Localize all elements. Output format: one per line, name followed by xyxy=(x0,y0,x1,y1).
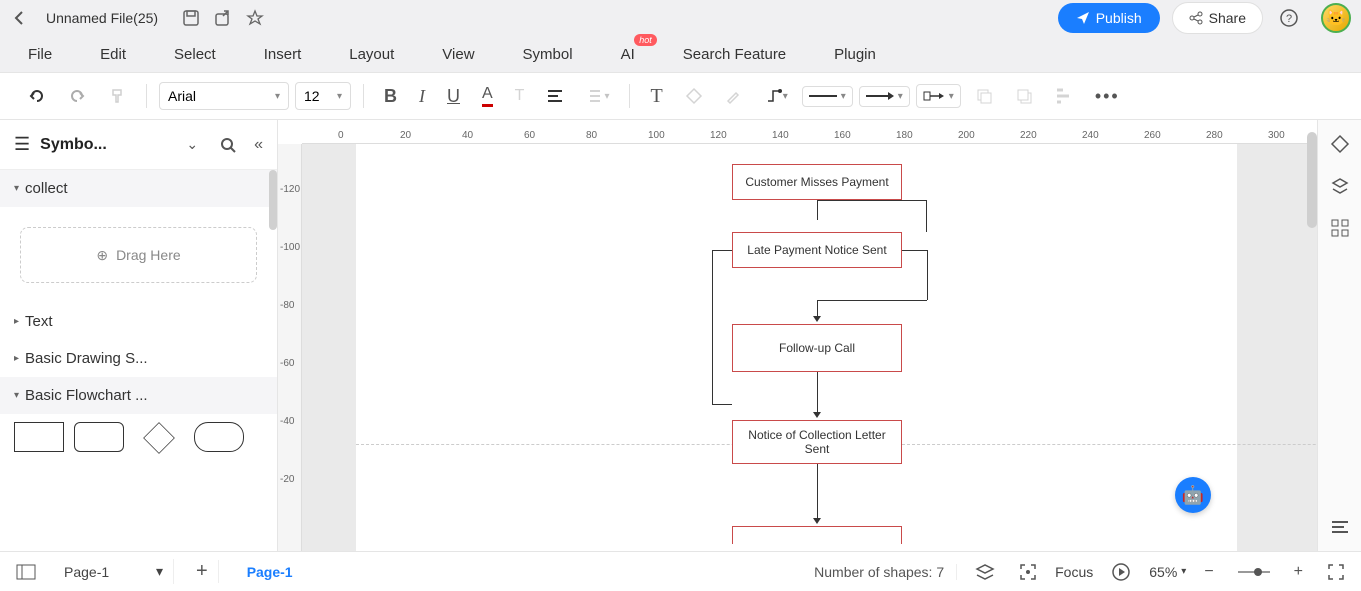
bold-button[interactable]: B xyxy=(376,80,405,113)
menu-insert[interactable]: Insert xyxy=(264,46,302,63)
shape-pill[interactable] xyxy=(194,422,244,452)
align-button[interactable] xyxy=(538,81,572,111)
export-icon[interactable] xyxy=(214,9,232,27)
redo-button[interactable] xyxy=(60,81,94,111)
sidebar-scrollbar[interactable] xyxy=(269,170,277,230)
search-icon[interactable] xyxy=(220,137,236,153)
right-toolbar xyxy=(1317,120,1361,551)
flowchart-node[interactable]: Late Payment Notice Sent xyxy=(732,232,902,268)
save-icon[interactable] xyxy=(182,9,200,27)
highlight-button[interactable] xyxy=(717,81,751,111)
font-color-button[interactable]: A xyxy=(474,79,501,113)
share-button[interactable]: Share xyxy=(1172,2,1263,34)
layers-icon[interactable] xyxy=(1330,176,1350,196)
avatar[interactable]: 🐱 xyxy=(1321,3,1351,33)
flowchart-node[interactable]: Notice of Collection Letter Sent xyxy=(732,420,902,464)
chat-assistant-button[interactable]: 🤖 xyxy=(1175,477,1211,513)
flowchart-node[interactable]: Customer Misses Payment xyxy=(732,164,902,200)
undo-button[interactable] xyxy=(20,81,54,111)
grid-icon[interactable] xyxy=(1330,218,1350,238)
italic-button[interactable]: I xyxy=(411,80,433,113)
collapse-sidebar-icon[interactable]: « xyxy=(254,136,263,154)
canvas-area: 0 20 40 60 80 100 120 140 160 180 200 22… xyxy=(278,120,1317,551)
menu-layout[interactable]: Layout xyxy=(349,46,394,63)
library-expand-icon[interactable]: ⌄ xyxy=(186,136,198,153)
svg-text:?: ? xyxy=(1286,13,1292,25)
fill-button[interactable] xyxy=(677,81,711,111)
layer-front-button[interactable] xyxy=(967,81,1001,111)
zoom-slider[interactable] xyxy=(1232,566,1276,578)
line-spacing-button[interactable]: ▾ xyxy=(578,81,617,111)
flowchart-node[interactable] xyxy=(732,526,902,544)
text-tool-button[interactable]: T xyxy=(642,79,670,114)
plus-icon: ⊕ xyxy=(96,247,108,264)
publish-label: Publish xyxy=(1096,10,1142,26)
section-basic-flowchart[interactable]: ▾Basic Flowchart ... xyxy=(14,387,263,404)
menu-edit[interactable]: Edit xyxy=(100,46,126,63)
connector-button[interactable]: ▾ xyxy=(757,81,796,111)
menu-plugin[interactable]: Plugin xyxy=(834,46,876,63)
zoom-out-button[interactable]: − xyxy=(1198,563,1219,581)
shape-rounded-rect[interactable] xyxy=(74,422,124,452)
align-objects-button[interactable] xyxy=(1047,81,1081,111)
section-text[interactable]: ▸Text xyxy=(14,313,263,330)
flowchart-node[interactable]: Follow-up Call xyxy=(732,324,902,372)
drag-here-box[interactable]: ⊕ Drag Here xyxy=(20,227,257,283)
layer-back-button[interactable] xyxy=(1007,81,1041,111)
fullscreen-button[interactable] xyxy=(1321,563,1351,581)
font-select[interactable]: Arial▾ xyxy=(159,82,289,110)
menu-file[interactable]: File xyxy=(28,46,52,63)
page-list-icon[interactable] xyxy=(10,564,42,580)
hot-badge: hot xyxy=(634,34,657,46)
line-style-select[interactable]: ▾ xyxy=(802,86,853,107)
file-title: Unnamed File(25) xyxy=(46,10,158,26)
add-page-button[interactable]: + xyxy=(186,560,219,583)
menu-search-feature[interactable]: Search Feature xyxy=(683,46,786,63)
statusbar: Page-1▾ + Page-1 Number of shapes: 7 Foc… xyxy=(0,551,1361,591)
page-select[interactable]: Page-1▾ xyxy=(54,559,174,584)
underline-button[interactable]: U xyxy=(439,80,468,113)
menu-select[interactable]: Select xyxy=(174,46,216,63)
scrollbar-vertical[interactable] xyxy=(1307,132,1317,228)
library-icon: ☰ xyxy=(14,134,30,155)
play-button[interactable] xyxy=(1105,562,1137,582)
share-label: Share xyxy=(1209,10,1246,26)
arrow-end-select[interactable]: ▾ xyxy=(916,84,961,108)
menu-ai[interactable]: AIhot xyxy=(621,46,635,63)
library-title: Symbo... xyxy=(40,136,176,154)
section-collect[interactable]: ▾collect xyxy=(14,180,263,197)
theme-icon[interactable] xyxy=(1330,134,1350,154)
outline-icon[interactable] xyxy=(1330,517,1350,537)
zoom-control[interactable]: 65%▾ xyxy=(1149,564,1186,580)
strike-button[interactable]: T xyxy=(507,81,533,111)
sidebar: ☰ Symbo... ⌄ « ▾collect ⊕ Drag Here ▸Tex… xyxy=(0,120,278,551)
focus-label[interactable]: Focus xyxy=(1055,564,1093,580)
format-painter-button[interactable] xyxy=(100,81,134,111)
ruler-vertical: -120 -100 -80 -60 -40 -20 xyxy=(278,144,302,551)
font-size-select[interactable]: 12▾ xyxy=(295,82,351,110)
menu-symbol[interactable]: Symbol xyxy=(523,46,573,63)
canvas[interactable]: Customer Misses Payment Late Payment Not… xyxy=(302,144,1317,551)
focus-icon[interactable] xyxy=(1013,563,1043,581)
back-arrow-icon[interactable] xyxy=(10,6,28,30)
zoom-in-button[interactable]: + xyxy=(1288,563,1309,581)
page-tab-active[interactable]: Page-1 xyxy=(231,564,309,580)
shape-rectangle[interactable] xyxy=(14,422,64,452)
shape-diamond[interactable] xyxy=(143,422,175,454)
layers-button[interactable] xyxy=(969,562,1001,582)
ruler-horizontal: 0 20 40 60 80 100 120 140 160 180 200 22… xyxy=(302,120,1317,144)
section-basic-drawing[interactable]: ▸Basic Drawing S... xyxy=(14,350,263,367)
menu-view[interactable]: View xyxy=(442,46,474,63)
shape-count: Number of shapes: 7 xyxy=(802,564,957,580)
publish-button[interactable]: Publish xyxy=(1058,3,1160,33)
star-icon[interactable] xyxy=(246,9,264,27)
help-icon[interactable]: ? xyxy=(1275,4,1303,32)
more-button[interactable]: ••• xyxy=(1087,80,1128,113)
arrow-style-select[interactable]: ▾ xyxy=(859,86,910,107)
